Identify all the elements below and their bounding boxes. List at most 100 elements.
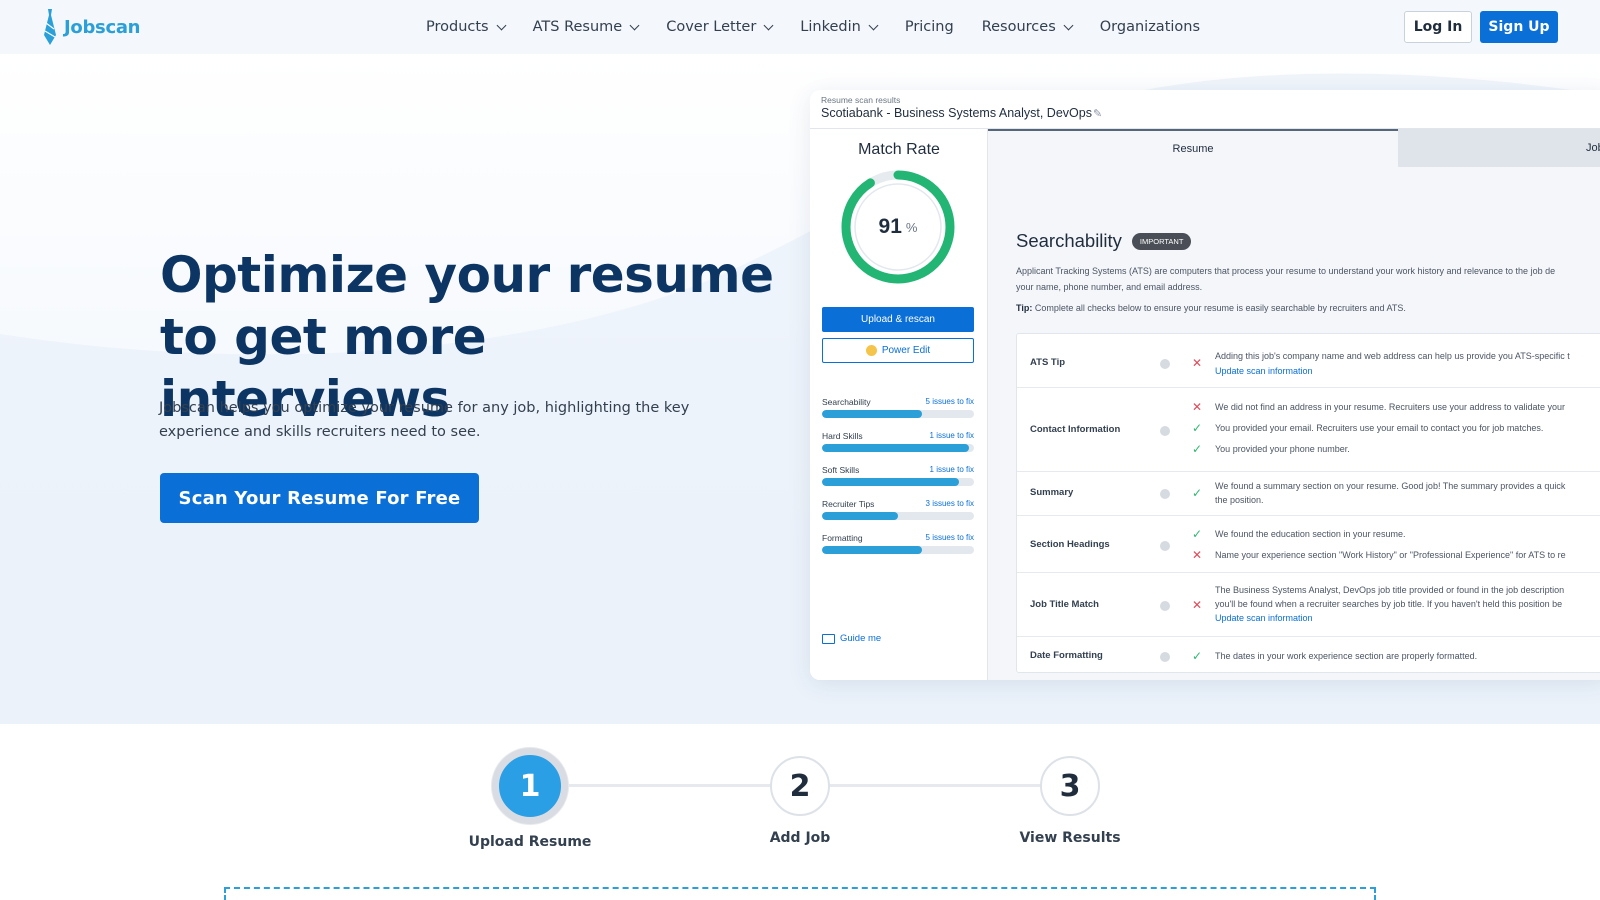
chevron-down-icon (1063, 20, 1074, 30)
info-icon[interactable] (1160, 489, 1170, 499)
results-content: Resume Job Searchability IMPORTANT Applic… (988, 129, 1600, 680)
jobscan-logo[interactable]: Jobscan (42, 8, 141, 46)
step-upload-resume[interactable]: 1 Upload Resume (450, 748, 610, 850)
row-label: Summary (1030, 487, 1074, 498)
cross-icon: ✕ (1191, 356, 1203, 370)
tie-logo-icon (44, 9, 56, 45)
check-text: The dates in your work experience sectio… (1215, 651, 1478, 661)
check-text: You provided your phone number. (1215, 444, 1350, 454)
tab-job[interactable]: Job (1398, 129, 1600, 167)
preview-title: Scotiabank - Business Systems Analyst, D… (821, 106, 1092, 120)
match-rate-title: Match Rate (858, 141, 940, 158)
category-name: Formatting (822, 533, 863, 543)
progress-fill (822, 478, 959, 486)
category-searchability[interactable]: Searchability 5 issues to fix (822, 397, 974, 423)
menu-item-products[interactable]: Products (412, 0, 519, 54)
tab-resume[interactable]: Resume (988, 129, 1398, 167)
info-icon[interactable] (1160, 652, 1170, 662)
category-hard-skills[interactable]: Hard Skills 1 issue to fix (822, 431, 974, 457)
pencil-icon[interactable]: ✎ (1093, 107, 1102, 120)
step-number: 1 (492, 748, 568, 824)
category-name: Hard Skills (822, 431, 863, 441)
check-row-contact-information: Contact Information ✕ We did not find an… (1017, 388, 1600, 472)
progress-track (822, 478, 974, 486)
check-row-ats-tip: ATS Tip ✕ Adding this job's company name… (1017, 334, 1600, 388)
guide-label: Guide me (840, 633, 882, 644)
step-label: Add Job (769, 830, 831, 846)
searchability-description: Applicant Tracking Systems (ATS) are com… (1016, 263, 1600, 295)
hero-subtext: Jobscan helps you optimize your resume f… (159, 400, 690, 440)
update-scan-link[interactable]: Update scan information (1215, 366, 1313, 376)
steps-section: 1 Upload Resume 2 Add Job 3 View Results (0, 724, 1600, 900)
upload-dropzone[interactable] (224, 887, 1376, 900)
match-rate-unit: % (905, 219, 918, 235)
chevron-down-icon (629, 20, 640, 30)
logo-text: Jobscan (64, 16, 141, 38)
row-label: Date Formatting (1030, 650, 1103, 661)
signup-button[interactable]: Sign Up (1480, 11, 1558, 43)
guide-me-link[interactable]: Guide me (822, 633, 881, 644)
update-scan-link[interactable]: Update scan information (1215, 613, 1313, 623)
step-label: Upload Resume (468, 834, 592, 850)
chevron-down-icon (868, 20, 879, 30)
check-icon: ✓ (1191, 486, 1203, 500)
check-text: We found the education section in your r… (1215, 529, 1406, 539)
match-rate-value: 91% (838, 167, 958, 287)
description-line: your name, phone number, and email addre… (1016, 282, 1203, 292)
category-issues-link[interactable]: 5 issues to fix (926, 397, 974, 406)
check-text: You provided your email. Recruiters use … (1215, 423, 1544, 433)
category-issues-link[interactable]: 3 issues to fix (926, 499, 974, 508)
info-icon[interactable] (1160, 541, 1170, 551)
menu-item-resources[interactable]: Resources (968, 0, 1086, 54)
menu-label: ATS Resume (532, 19, 623, 35)
tip-label: Tip: (1016, 303, 1033, 313)
searchability-tip: Tip: Complete all checks below to ensure… (1016, 303, 1406, 313)
searchability-heading: Searchability IMPORTANT (1016, 230, 1192, 252)
menu-item-organizations[interactable]: Organizations (1086, 0, 1214, 54)
preview-small-label: Resume scan results (821, 95, 901, 105)
main-menu: Products ATS Resume Cover Letter Linkedi… (412, 0, 1214, 54)
section-title: Searchability (1016, 230, 1122, 251)
progress-fill (822, 410, 923, 418)
menu-label: Cover Letter (666, 19, 757, 35)
match-rate-sidebar: Match Rate 91% Upload & rescan Power Edi… (810, 129, 988, 680)
category-soft-skills[interactable]: Soft Skills 1 issue to fix (822, 465, 974, 491)
menu-item-cover-letter[interactable]: Cover Letter (652, 0, 786, 54)
chevron-down-icon (763, 20, 774, 30)
check-text: the position. (1215, 495, 1264, 505)
step-view-results[interactable]: 3 View Results (990, 756, 1150, 846)
progress-fill (822, 444, 970, 452)
menu-label: Resources (981, 19, 1056, 35)
category-issues-link[interactable]: 1 issue to fix (930, 465, 974, 474)
menu-item-pricing[interactable]: Pricing (891, 0, 968, 54)
menu-item-linkedin[interactable]: Linkedin (786, 0, 891, 54)
info-icon[interactable] (1160, 359, 1170, 369)
check-text: We found a summary section on your resum… (1215, 481, 1566, 491)
login-button[interactable]: Log In (1404, 11, 1472, 43)
info-icon[interactable] (1160, 601, 1170, 611)
check-text: The Business Systems Analyst, DevOps job… (1215, 585, 1565, 595)
hero-section: Optimize your resume to get more intervi… (0, 54, 1600, 724)
category-recruiter-tips[interactable]: Recruiter Tips 3 issues to fix (822, 499, 974, 525)
step-label: View Results (1019, 830, 1121, 846)
category-issues-link[interactable]: 5 issues to fix (926, 533, 974, 542)
category-name: Searchability (822, 397, 871, 407)
check-text: We did not find an address in your resum… (1215, 402, 1566, 412)
category-formatting[interactable]: Formatting 5 issues to fix (822, 533, 974, 559)
scan-resume-button[interactable]: Scan Your Resume For Free (160, 473, 479, 523)
step-number: 3 (1040, 756, 1100, 816)
chevron-down-icon (496, 20, 507, 30)
check-icon: ✓ (1191, 527, 1203, 541)
check-text: Adding this job's company name and web a… (1215, 351, 1570, 361)
power-edit-button[interactable]: Power Edit (822, 338, 974, 363)
upload-rescan-button[interactable]: Upload & rescan (822, 307, 974, 332)
progress-track (822, 546, 974, 554)
row-label: Contact Information (1030, 424, 1121, 435)
row-label: Section Headings (1030, 539, 1110, 550)
category-issues-link[interactable]: 1 issue to fix (930, 431, 974, 440)
info-icon[interactable] (1160, 426, 1170, 436)
check-row-job-title-match: Job Title Match ✕ The Business Systems A… (1017, 573, 1600, 637)
menu-item-ats-resume[interactable]: ATS Resume (519, 0, 653, 54)
step-add-job[interactable]: 2 Add Job (720, 756, 880, 846)
checks-table: ATS Tip ✕ Adding this job's company name… (1016, 333, 1600, 673)
